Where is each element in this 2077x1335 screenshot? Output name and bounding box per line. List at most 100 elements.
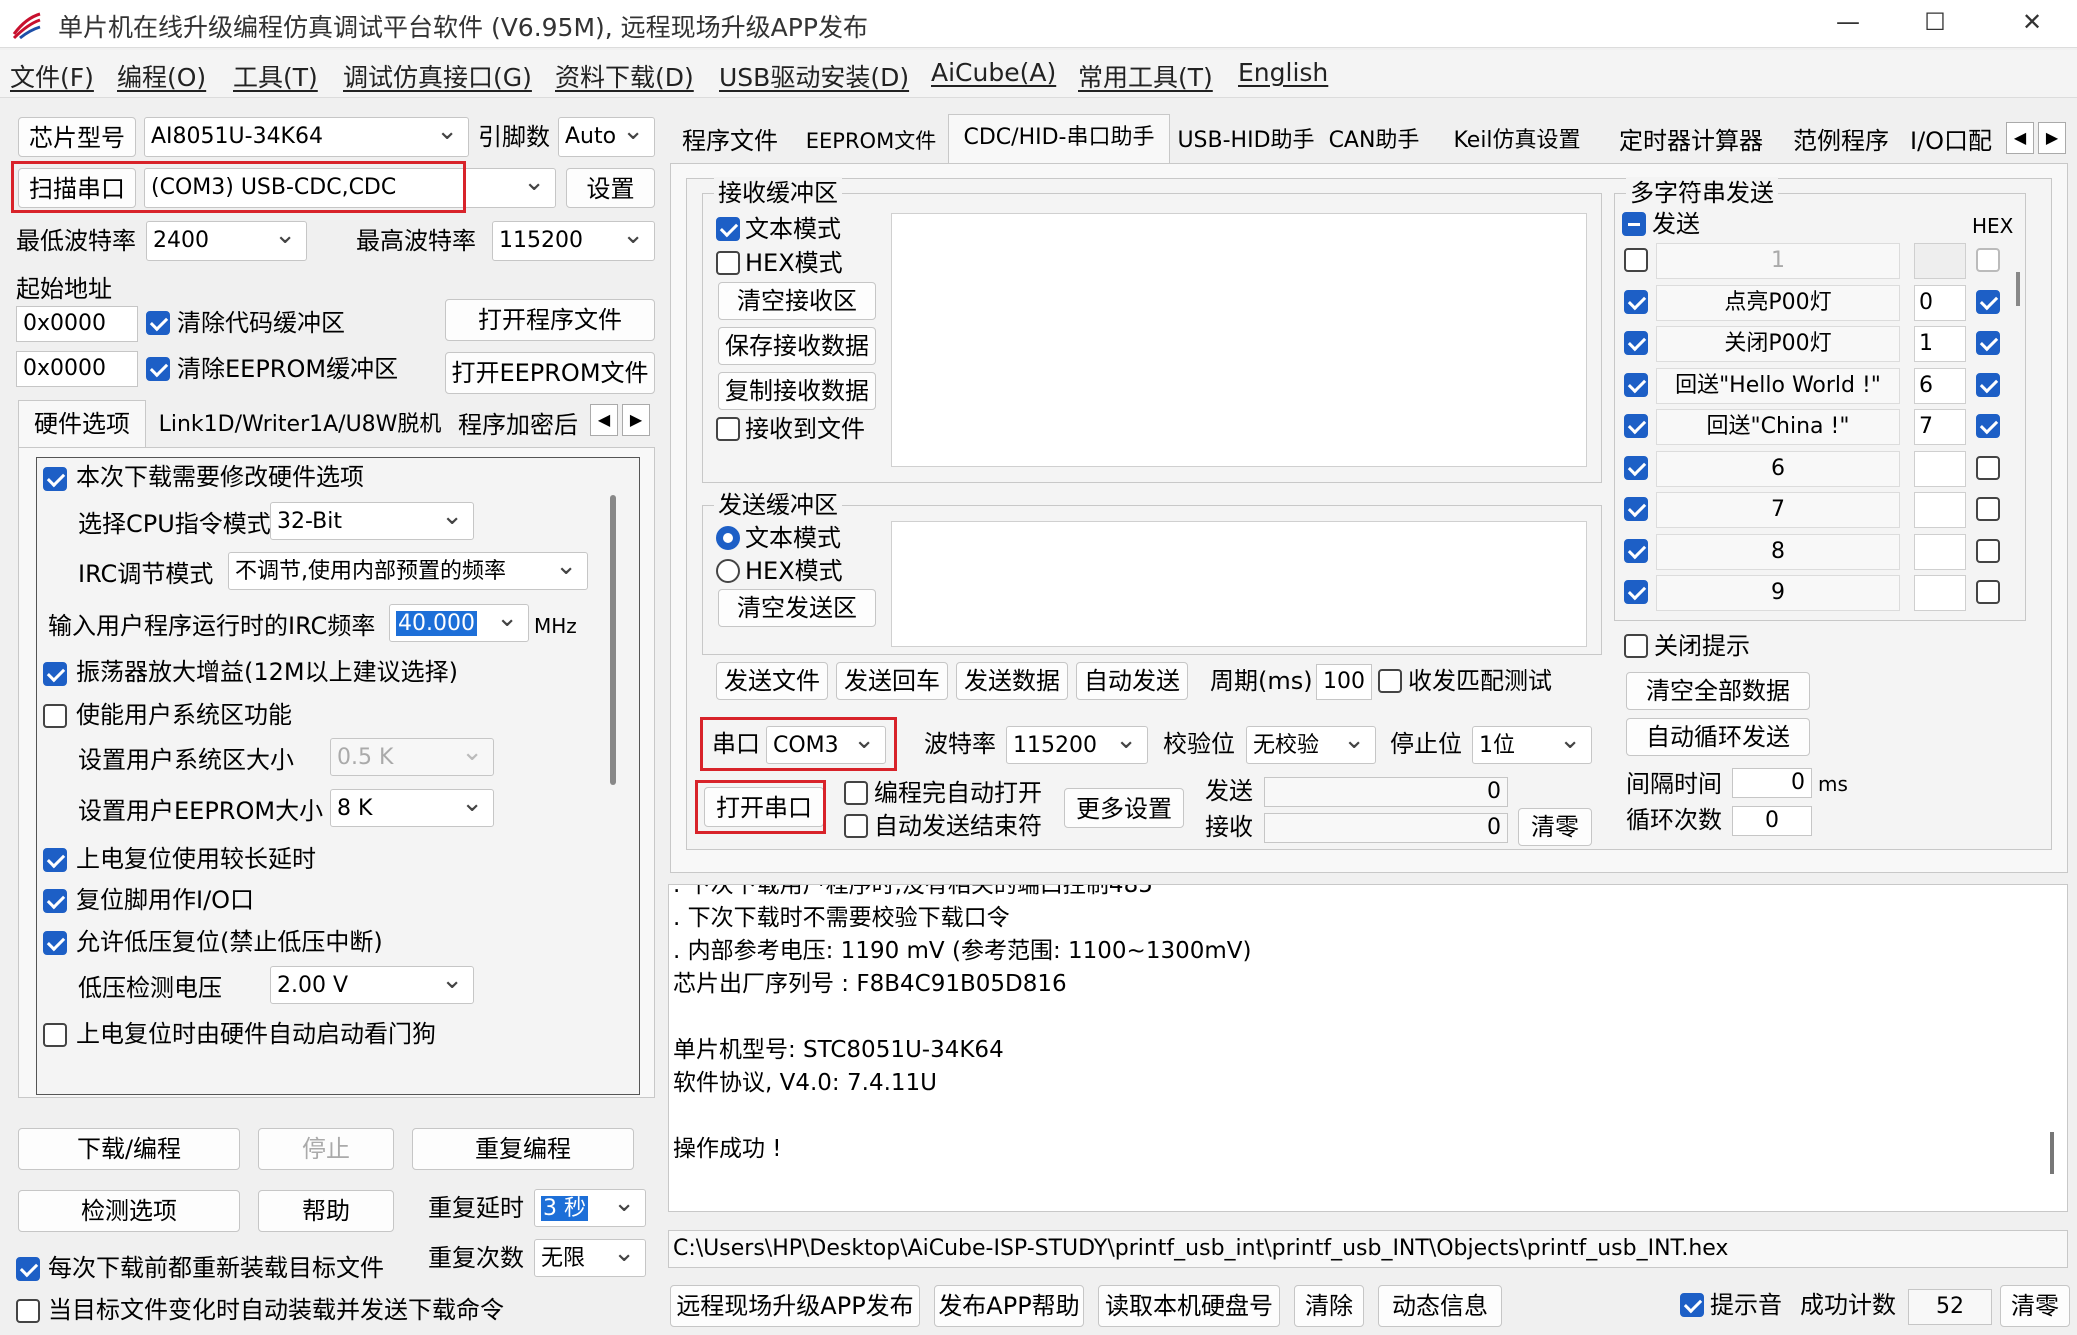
close-button[interactable]: ✕ [1997,0,2067,46]
recv-text-mode-checkbox[interactable] [716,217,740,241]
auto-end-checkbox[interactable] [844,814,868,838]
irc-adjust-select[interactable]: 不调节,使用内部预置的频率 [228,552,588,590]
stop-button[interactable]: 停止 [258,1128,394,1170]
menu-downloads[interactable]: 资料下载(D) [555,58,694,94]
watchdog-checkbox[interactable] [43,1023,67,1047]
code-address-input[interactable]: 0x0000 [16,306,138,342]
settings-button[interactable]: 设置 [566,168,655,208]
tab-io-config[interactable]: I/O口配 [1910,118,2010,164]
multi-row-hex-input[interactable] [1914,534,1966,570]
multi-scrollbar[interactable] [2016,272,2020,306]
multi-row-checkbox[interactable] [1624,331,1648,355]
modify-hw-checkbox[interactable] [43,467,67,491]
tab-can[interactable]: CAN助手 [1322,118,1426,164]
read-disk-id-button[interactable]: 读取本机硬盘号 [1098,1285,1280,1327]
save-receive-button[interactable]: 保存接收数据 [718,327,876,365]
help-button[interactable]: 帮助 [258,1190,394,1232]
minimize-button[interactable]: — [1813,0,1883,46]
min-baud-select[interactable]: 2400 [146,221,307,261]
reprogram-button[interactable]: 重复编程 [412,1128,634,1170]
tab-hardware-options[interactable]: 硬件选项 [18,400,146,448]
send-return-button[interactable]: 发送回车 [836,662,948,700]
download-program-button[interactable]: 下载/编程 [18,1128,240,1170]
multi-row-hex-checkbox[interactable] [1976,373,2000,397]
repeat-count-select[interactable]: 无限 [534,1239,646,1277]
menu-aicube[interactable]: AiCube(A) [931,58,1056,87]
irc-freq-select[interactable]: 40.000 [389,604,529,642]
auto-cycle-send-button[interactable]: 自动循环发送 [1626,718,1810,756]
tab-scroll-left-icon[interactable]: ◀ [590,404,618,436]
stop-bits-select[interactable]: 1位 [1472,726,1592,764]
tab-keil-sim[interactable]: Keil仿真设置 [1432,118,1602,164]
multi-row-checkbox[interactable] [1624,414,1648,438]
app-help-button[interactable]: 发布APP帮助 [934,1285,1084,1327]
period-input[interactable]: 100 [1316,664,1372,700]
multi-row-hex-input[interactable]: 1 [1914,326,1966,362]
pin-count-select[interactable]: Auto [558,117,655,157]
match-test-checkbox[interactable] [1378,669,1402,693]
multi-row-send-button[interactable]: 点亮P00灯 [1656,285,1900,321]
baud-rate-select[interactable]: 115200 [1006,726,1148,764]
send-text-mode-radio[interactable] [716,526,740,550]
send-textarea[interactable] [891,521,1587,647]
more-settings-button[interactable]: 更多设置 [1064,788,1184,828]
log-output[interactable]: . 下次下载用户程序时,没有相关的端口控制485 . 下次下载时不需要校验下载口… [668,884,2068,1212]
receive-textarea[interactable] [891,213,1587,467]
multi-row-checkbox[interactable] [1624,580,1648,604]
multi-row-hex-checkbox[interactable] [1976,497,2000,521]
clear-send-button[interactable]: 清空发送区 [718,589,876,627]
clear-eeprom-buffer-checkbox[interactable] [146,357,170,381]
tab-examples[interactable]: 范例程序 [1780,118,1902,164]
multi-row-send-button[interactable]: 9 [1656,575,1900,611]
recv-hex-mode-checkbox[interactable] [716,251,740,275]
multi-row-hex-checkbox[interactable] [1976,580,2000,604]
multi-row-hex-input[interactable] [1914,492,1966,528]
multi-row-checkbox[interactable] [1624,290,1648,314]
multi-row-hex-input[interactable]: 6 [1914,368,1966,404]
eeprom-address-input[interactable]: 0x0000 [16,351,138,387]
user-eeprom-size-select[interactable]: 8 K [330,789,494,827]
clear-log-button[interactable]: 清除 [1294,1285,1364,1327]
cycle-count-input[interactable]: 0 [1732,806,1812,836]
auto-send-button[interactable]: 自动发送 [1076,662,1188,700]
menu-program[interactable]: 编程(O) [117,58,206,94]
right-tab-scroll-left-icon[interactable]: ◀ [2006,122,2034,154]
multi-row-checkbox[interactable] [1624,373,1648,397]
copy-receive-button[interactable]: 复制接收数据 [718,372,876,410]
tab-encryption[interactable]: 程序加密后 [458,404,588,446]
clear-code-buffer-checkbox[interactable] [146,311,170,335]
multi-row-send-button[interactable]: 回送"China !" [1656,409,1900,445]
auto-open-checkbox[interactable] [844,781,868,805]
maximize-button[interactable]: ☐ [1900,0,1970,46]
multi-row-send-button[interactable]: 7 [1656,492,1900,528]
multi-row-hex-input[interactable] [1914,451,1966,487]
hardware-options-scrollbar[interactable] [610,495,616,785]
multi-row-checkbox[interactable] [1624,497,1648,521]
interval-input[interactable]: 0 [1732,768,1812,798]
remote-app-publish-button[interactable]: 远程现场升级APP发布 [670,1285,920,1327]
tab-timer-calc[interactable]: 定时器计算器 [1610,118,1772,164]
multi-row-hex-checkbox[interactable] [1976,539,2000,563]
send-file-button[interactable]: 发送文件 [716,662,828,700]
low-voltage-reset-checkbox[interactable] [43,931,67,955]
menu-common-tools[interactable]: 常用工具(T) [1078,58,1213,94]
multi-row-checkbox[interactable] [1624,456,1648,480]
clear-success-count-button[interactable]: 清零 [2000,1285,2070,1327]
multi-row-hex-input[interactable] [1914,243,1966,279]
check-options-button[interactable]: 检测选项 [18,1190,240,1232]
tab-eeprom-file[interactable]: EEPROM文件 [796,118,946,164]
menu-tools[interactable]: 工具(T) [233,58,318,94]
tab-offline-writer[interactable]: Link1D/Writer1A/U8W脱机 [150,404,450,446]
multi-row-hex-input[interactable]: 0 [1914,285,1966,321]
menu-debug-interface[interactable]: 调试仿真接口(G) [343,58,532,94]
chip-type-select[interactable]: AI8051U-34K64 [144,117,469,157]
multi-row-checkbox[interactable] [1624,248,1648,272]
send-data-button[interactable]: 发送数据 [956,662,1068,700]
multi-row-hex-checkbox[interactable] [1976,331,2000,355]
reload-target-checkbox[interactable] [16,1257,40,1281]
open-program-file-button[interactable]: 打开程序文件 [445,299,655,341]
cpu-mode-select[interactable]: 32-Bit [270,502,474,540]
multi-row-checkbox[interactable] [1624,539,1648,563]
multi-row-hex-input[interactable] [1914,575,1966,611]
sound-checkbox[interactable] [1680,1293,1704,1317]
